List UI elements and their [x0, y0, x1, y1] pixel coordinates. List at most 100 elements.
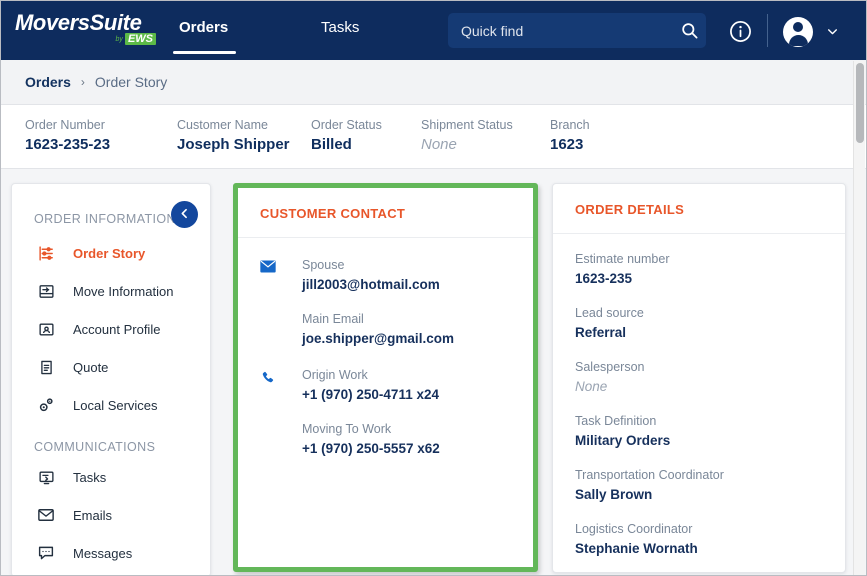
sidebar-item-label: Move Information — [73, 284, 173, 299]
customer-name-field: Customer Name Joseph Shipper — [177, 116, 290, 155]
sidebar-section-title: ORDER INFORMATION — [34, 212, 176, 226]
detail-value: Stephanie Wornath — [575, 539, 845, 559]
detail-label: Transportation Coordinator — [575, 466, 845, 485]
contact-value[interactable]: +1 (970) 250-5557 x62 — [302, 439, 440, 459]
detail-value: Sally Brown — [575, 485, 845, 505]
shipment-status-value: None — [421, 134, 513, 155]
contact-entry-spouse: Spouse jill2003@hotmail.com — [302, 256, 454, 295]
search-input[interactable] — [448, 23, 672, 39]
branch-label: Branch — [550, 116, 590, 134]
contact-card-icon — [37, 320, 55, 338]
breadcrumb-current: Order Story — [95, 74, 167, 90]
contact-entry-main-email: Main Email joe.shipper@gmail.com — [302, 310, 454, 349]
document-icon — [37, 358, 55, 376]
shipment-status-label: Shipment Status — [421, 116, 513, 134]
sidebar-item-quote[interactable]: Quote — [12, 348, 210, 386]
detail-transportation-coordinator: Transportation Coordinator Sally Brown — [553, 466, 845, 505]
detail-logistics-coordinator: Logistics Coordinator Stephanie Wornath — [553, 520, 845, 559]
detail-task-definition: Task Definition Military Orders — [553, 412, 845, 451]
sidebar-item-account-profile[interactable]: Account Profile — [12, 310, 210, 348]
envelope-icon — [260, 256, 280, 349]
order-details-body: Estimate number 1623-235 Lead source Ref… — [553, 234, 845, 559]
task-window-icon — [37, 468, 55, 486]
order-information-sidebar: ORDER INFORMATION — [11, 183, 211, 576]
detail-salesperson: Salesperson None — [553, 358, 845, 397]
page-scrollbar[interactable] — [853, 61, 865, 576]
search-icon[interactable] — [672, 21, 706, 40]
sidebar-item-label: Order Story — [73, 246, 145, 261]
customer-contact-body: Spouse jill2003@hotmail.com Main Email j… — [238, 238, 533, 459]
sidebar-item-label: Account Profile — [73, 322, 160, 337]
contact-phone-entries: Origin Work +1 (970) 250-4711 x24 Moving… — [280, 366, 440, 459]
contact-value[interactable]: joe.shipper@gmail.com — [302, 329, 454, 349]
detail-label: Lead source — [575, 304, 845, 323]
sidebar-item-messages[interactable]: Messages — [12, 534, 210, 572]
info-circle-icon[interactable] — [729, 20, 752, 43]
contact-entry-origin-work: Origin Work +1 (970) 250-4711 x24 — [302, 366, 440, 405]
logo-ews-badge: EWS — [125, 33, 156, 45]
order-status-value: Billed — [311, 134, 382, 155]
logo-by-text: by — [116, 36, 123, 43]
moverssuite-logo[interactable]: MoversSuite by EWS — [15, 11, 160, 51]
sidebar-item-emails[interactable]: Emails — [12, 496, 210, 534]
phone-icon — [260, 366, 280, 459]
logo-text: MoversSuite — [15, 11, 160, 35]
chat-bubble-icon — [37, 544, 55, 562]
order-summary-bar: Order Number 1623-235-23 Customer Name J… — [1, 105, 867, 169]
contact-phone-group: Origin Work +1 (970) 250-4711 x24 Moving… — [238, 366, 533, 459]
sidebar-collapse-button[interactable] — [171, 201, 198, 228]
order-details-panel: ORDER DETAILS Estimate number 1623-235 L… — [552, 183, 846, 573]
tab-orders[interactable]: Orders — [179, 19, 228, 36]
detail-label: Estimate number — [575, 250, 845, 269]
detail-value: 1623-235 — [575, 269, 845, 289]
sidebar-item-tasks[interactable]: Tasks — [12, 458, 210, 496]
tab-active-underline — [173, 51, 236, 54]
detail-lead-source: Lead source Referral — [553, 304, 845, 343]
branch-field: Branch 1623 — [550, 116, 590, 155]
contact-value[interactable]: jill2003@hotmail.com — [302, 275, 454, 295]
order-status-label: Order Status — [311, 116, 382, 134]
order-number-value: 1623-235-23 — [25, 134, 110, 155]
sidebar-item-local-services[interactable]: Local Services — [12, 386, 210, 424]
customer-name-label: Customer Name — [177, 116, 290, 134]
sidebar-item-label: Tasks — [73, 470, 106, 485]
customer-contact-highlight: CUSTOMER CONTACT Spouse jill2003@hotmail… — [233, 183, 538, 572]
user-avatar-icon[interactable] — [783, 17, 813, 47]
breadcrumb-separator: › — [81, 75, 85, 89]
quick-find-box — [448, 13, 706, 48]
contact-email-group: Spouse jill2003@hotmail.com Main Email j… — [238, 256, 533, 349]
contact-email-entries: Spouse jill2003@hotmail.com Main Email j… — [280, 256, 454, 349]
order-status-field: Order Status Billed — [311, 116, 382, 155]
contact-label: Spouse — [302, 256, 454, 275]
detail-label: Task Definition — [575, 412, 845, 431]
main-content-area: ORDER INFORMATION — [1, 169, 867, 576]
breadcrumb-orders-link[interactable]: Orders — [25, 74, 71, 90]
customer-name-value: Joseph Shipper — [177, 134, 290, 155]
sidebar-item-order-story[interactable]: Order Story — [12, 234, 210, 272]
chevron-down-icon[interactable] — [826, 25, 839, 38]
tab-orders-label: Orders — [179, 19, 228, 36]
scrollbar-thumb[interactable] — [856, 63, 864, 143]
branch-value: 1623 — [550, 134, 590, 155]
sidebar-item-label: Quote — [73, 360, 108, 375]
order-details-title: ORDER DETAILS — [553, 184, 845, 217]
sliders-icon — [37, 244, 55, 262]
contact-label: Origin Work — [302, 366, 440, 385]
detail-value: Military Orders — [575, 431, 845, 451]
order-number-field: Order Number 1623-235-23 — [25, 116, 110, 155]
order-number-label: Order Number — [25, 116, 110, 134]
detail-label: Salesperson — [575, 358, 845, 377]
sidebar-item-label: Messages — [73, 546, 132, 561]
sidebar-item-move-information[interactable]: Move Information — [12, 272, 210, 310]
app-window: MoversSuite by EWS Orders Tasks — [0, 0, 867, 576]
detail-value: None — [575, 377, 845, 397]
contact-entry-moving-to-work: Moving To Work +1 (970) 250-5557 x62 — [302, 420, 440, 459]
panel-icon — [37, 282, 55, 300]
contact-value[interactable]: +1 (970) 250-4711 x24 — [302, 385, 440, 405]
detail-value: Referral — [575, 323, 845, 343]
detail-label: Logistics Coordinator — [575, 520, 845, 539]
sidebar-item-label: Local Services — [73, 398, 158, 413]
tab-tasks[interactable]: Tasks — [321, 19, 359, 36]
avatar-body — [789, 35, 808, 46]
nav-divider — [767, 14, 768, 47]
